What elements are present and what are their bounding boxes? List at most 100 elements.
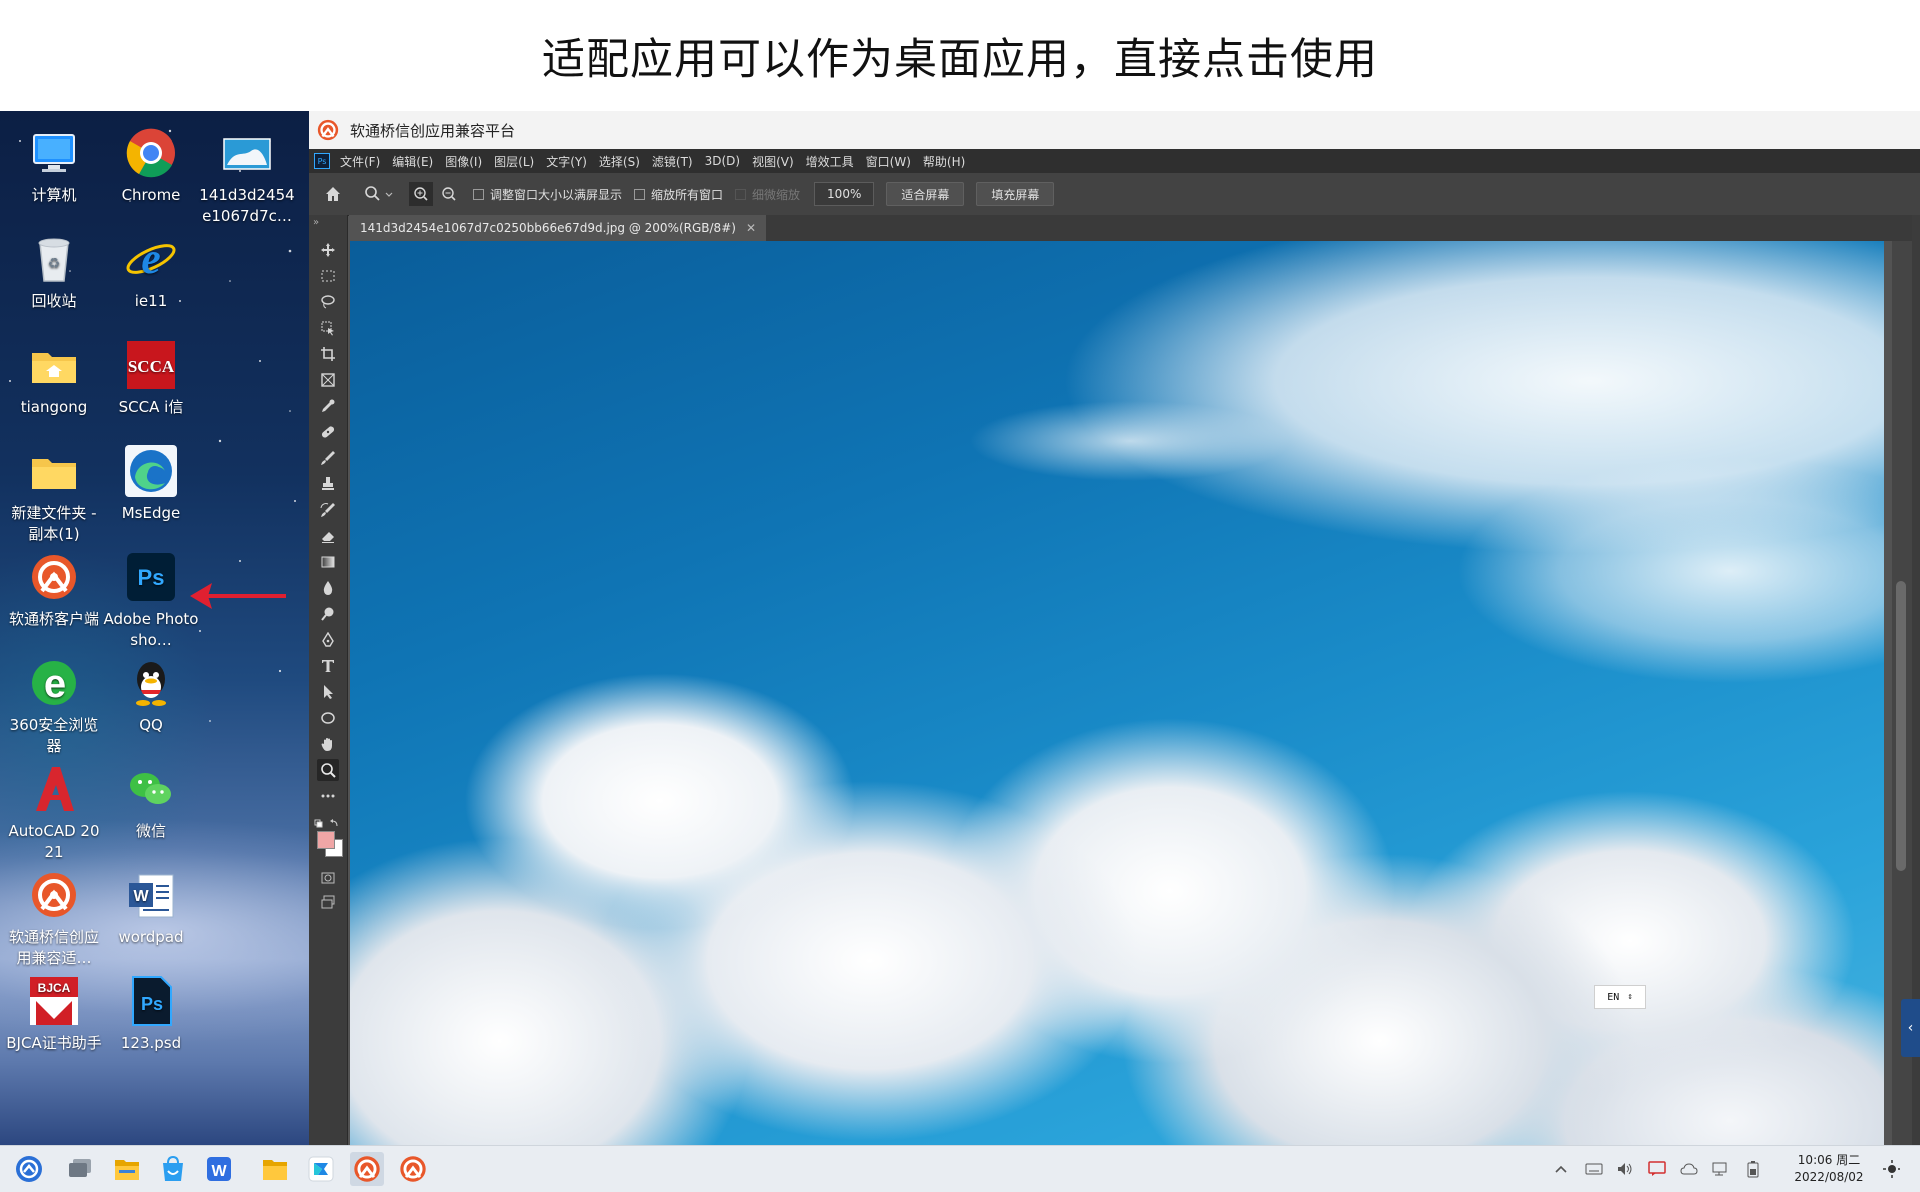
checkbox-box[interactable] xyxy=(473,188,484,200)
keyboard-icon[interactable] xyxy=(1585,1160,1603,1178)
desktop-icon-ie11[interactable]: e ie11 xyxy=(103,225,199,331)
collapse-panel-icon[interactable]: » xyxy=(313,217,319,228)
desktop-icon-chrome[interactable]: Chrome xyxy=(103,119,199,225)
color-swatches[interactable] xyxy=(315,829,345,859)
scrubby-zoom-checkbox[interactable]: 细微缩放 xyxy=(735,186,800,203)
desktop-icon-bjca[interactable]: BJCA BJCA证书助手 xyxy=(6,967,102,1073)
dodge-tool-icon[interactable] xyxy=(317,603,339,625)
object-select-tool-icon[interactable] xyxy=(317,317,339,339)
menu-edit[interactable]: 编辑(E) xyxy=(392,153,433,170)
zoom-out-icon[interactable] xyxy=(437,182,461,206)
desktop-icon-scca[interactable]: SCCA SCCA i信 xyxy=(103,331,199,437)
desktop-icon-photoshop[interactable]: Ps Adobe Photosho… xyxy=(103,543,199,649)
hand-tool-icon[interactable] xyxy=(317,733,339,755)
desktop-icon-wordpad[interactable]: W wordpad xyxy=(103,861,199,967)
checkbox-box[interactable] xyxy=(634,188,646,200)
isoftstone-taskbar-icon[interactable] xyxy=(396,1152,430,1186)
volume-icon[interactable] xyxy=(1616,1160,1634,1178)
healing-brush-tool-icon[interactable] xyxy=(317,421,339,443)
menu-3d[interactable]: 3D(D) xyxy=(705,154,740,168)
zoom-percentage-field[interactable]: 100% xyxy=(814,182,875,206)
home-icon[interactable] xyxy=(321,185,345,203)
notification-icon[interactable] xyxy=(1648,1160,1666,1178)
battery-icon[interactable] xyxy=(1744,1160,1762,1178)
menu-view[interactable]: 视图(V) xyxy=(752,153,794,170)
close-tab-icon[interactable]: ✕ xyxy=(746,221,756,235)
menu-layer[interactable]: 图层(L) xyxy=(494,153,534,170)
app-store-icon[interactable] xyxy=(156,1152,190,1186)
weather-icon[interactable] xyxy=(1882,1160,1900,1178)
tray-expand-icon[interactable] xyxy=(1552,1160,1570,1178)
desktop-icon-autocad[interactable]: AutoCAD 2021 xyxy=(6,755,102,861)
start-button[interactable] xyxy=(12,1152,46,1186)
file-manager-icon[interactable] xyxy=(110,1152,144,1186)
canvas-area[interactable] xyxy=(349,241,1892,1145)
quick-mask-icon[interactable] xyxy=(317,867,339,889)
taskbar-clock[interactable]: 10:06 周二 2022/08/02 xyxy=(1784,1151,1874,1187)
desktop-icon-qq[interactable]: QQ xyxy=(103,649,199,755)
move-tool-icon[interactable] xyxy=(317,239,339,261)
menu-filter[interactable]: 滤镜(T) xyxy=(652,153,693,170)
history-brush-tool-icon[interactable] xyxy=(317,499,339,521)
ellipse-tool-icon[interactable] xyxy=(317,707,339,729)
desktop-icon-recycle-bin[interactable]: ♻ 回收站 xyxy=(6,225,102,331)
chrome-icon xyxy=(125,127,177,179)
fit-screen-button[interactable]: 适合屏幕 xyxy=(886,182,965,206)
menu-plugins[interactable]: 增效工具 xyxy=(806,153,854,170)
zoom-tool-icon[interactable] xyxy=(317,759,339,781)
ime-indicator[interactable]: EN ⇕ xyxy=(1594,985,1646,1009)
path-selection-tool-icon[interactable] xyxy=(317,681,339,703)
desktop-icon-123-psd[interactable]: Ps 123.psd xyxy=(103,967,199,1073)
desktop-icon-image-file[interactable]: 141d3d2454 e1067d7c… xyxy=(199,119,295,225)
type-tool-icon[interactable] xyxy=(317,655,339,677)
gradient-tool-icon[interactable] xyxy=(317,551,339,573)
lasso-tool-icon[interactable] xyxy=(317,291,339,313)
network-icon[interactable] xyxy=(1712,1160,1730,1178)
clone-stamp-tool-icon[interactable] xyxy=(317,473,339,495)
crop-tool-icon[interactable] xyxy=(317,343,339,365)
desktop-icon-computer[interactable]: 计算机 xyxy=(6,119,102,225)
menu-window[interactable]: 窗口(W) xyxy=(866,153,911,170)
menu-type[interactable]: 文字(Y) xyxy=(546,153,587,170)
desktop-icon-msedge[interactable]: MsEdge xyxy=(103,437,199,543)
zoom-tool-preset-icon[interactable] xyxy=(361,185,401,203)
swap-colors-icon[interactable] xyxy=(314,815,342,828)
eraser-tool-icon[interactable] xyxy=(317,525,339,547)
foreground-color-swatch[interactable] xyxy=(317,831,335,849)
more-tools-icon[interactable] xyxy=(317,785,339,807)
marquee-tool-icon[interactable] xyxy=(317,265,339,287)
desktop-icon-wechat[interactable]: 微信 xyxy=(103,755,199,861)
feishu-icon[interactable] xyxy=(304,1152,338,1186)
menu-select[interactable]: 选择(S) xyxy=(599,153,640,170)
ime-toggle-icon[interactable]: ⇕ xyxy=(1627,992,1632,1002)
zoom-in-icon[interactable] xyxy=(409,182,433,206)
wps-writer-icon[interactable]: W xyxy=(202,1152,236,1186)
recycle-bin-icon: ♻ xyxy=(28,233,80,285)
desktop-icon-new-folder[interactable]: 新建文件夹 - 副本(1) xyxy=(6,437,102,543)
multitask-view-icon[interactable] xyxy=(64,1152,98,1186)
menu-image[interactable]: 图像(I) xyxy=(445,153,482,170)
cloud-icon[interactable] xyxy=(1680,1160,1698,1178)
fill-screen-button[interactable]: 填充屏幕 xyxy=(976,182,1055,206)
desktop-icon-tiangong[interactable]: tiangong xyxy=(6,331,102,437)
pen-tool-icon[interactable] xyxy=(317,629,339,651)
zoom-all-windows-checkbox[interactable]: 缩放所有窗口 xyxy=(634,186,723,203)
desktop-icon-360-browser[interactable]: e 360安全浏览器 xyxy=(6,649,102,755)
document-tab[interactable]: 141d3d2454e1067d7c0250bb66e67d9d.jpg @ 2… xyxy=(349,215,766,241)
menu-file[interactable]: 文件(F) xyxy=(340,153,380,170)
desktop-icon-isoftstone-platform[interactable]: 软通桥信创应用兼容适… xyxy=(6,861,102,967)
resize-windows-checkbox[interactable]: 调整窗口大小以满屏显示 xyxy=(473,186,622,203)
menu-help[interactable]: 帮助(H) xyxy=(923,153,965,170)
eyedropper-tool-icon[interactable] xyxy=(317,395,339,417)
screen-mode-icon[interactable] xyxy=(317,891,339,913)
brush-tool-icon[interactable] xyxy=(317,447,339,469)
checkbox-box[interactable] xyxy=(735,188,747,200)
desktop-icon-isoftstone-client[interactable]: 软通桥客户端 xyxy=(6,543,102,649)
isoftstone-taskbar-icon[interactable] xyxy=(350,1152,384,1186)
side-panel-expand-handle[interactable]: ‹ xyxy=(1901,999,1920,1057)
document-canvas-sky-image[interactable] xyxy=(350,241,1884,1145)
scrollbar-thumb[interactable] xyxy=(1896,581,1906,871)
folder-taskbar-icon[interactable] xyxy=(258,1152,292,1186)
frame-tool-icon[interactable] xyxy=(317,369,339,391)
blur-tool-icon[interactable] xyxy=(317,577,339,599)
